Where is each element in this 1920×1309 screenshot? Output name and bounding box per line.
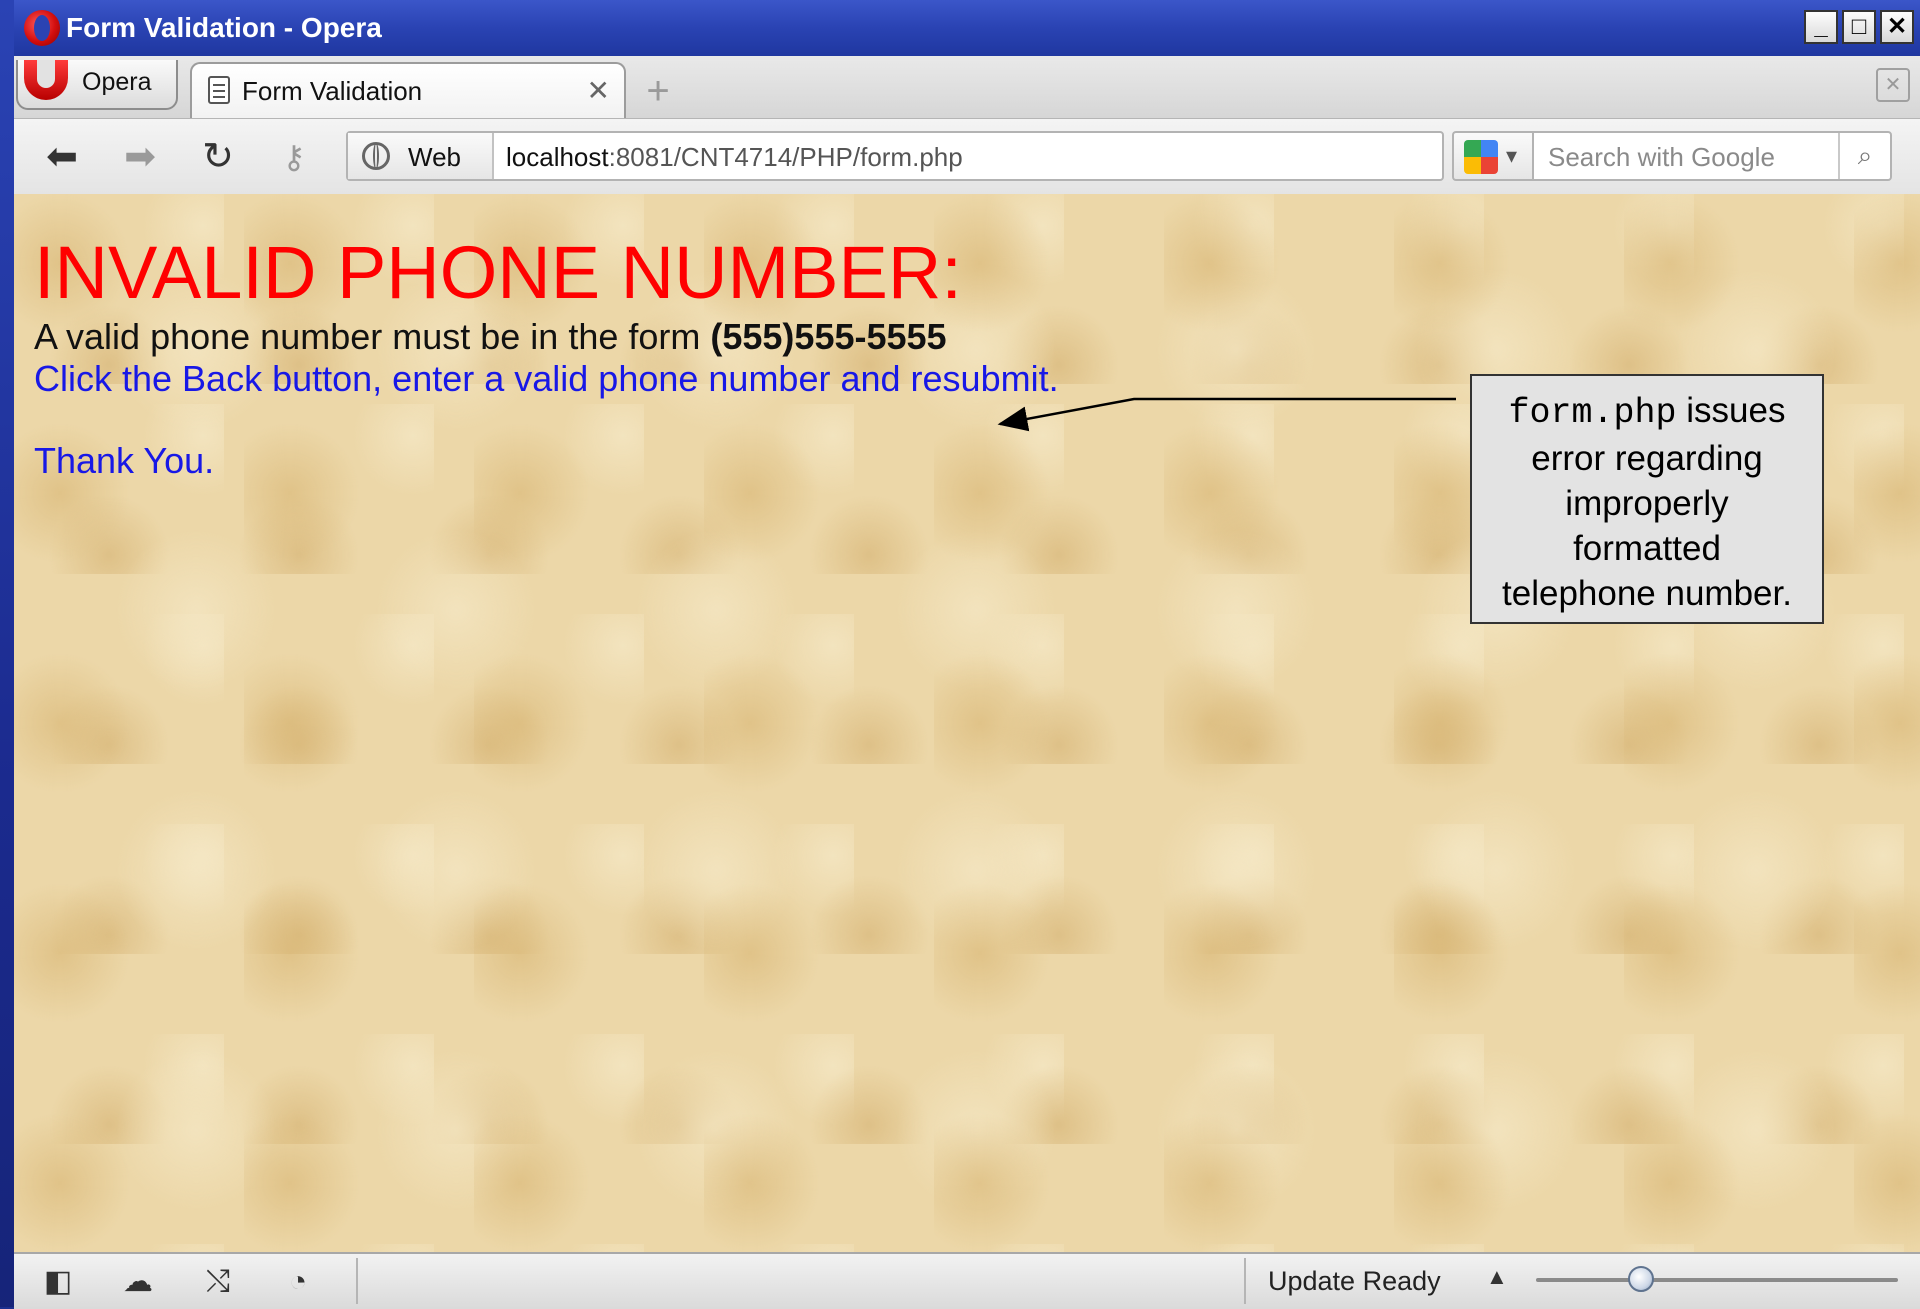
address-url[interactable]: localhost:8081/CNT4714/PHP/form.php — [506, 142, 963, 173]
browser-chrome: Opera Form Validation ✕ + ✕ ⬅ ➡ ↻ ⚷ Web … — [14, 56, 1920, 196]
callout-code: form.php — [1508, 393, 1677, 433]
opera-menu-label: Opera — [82, 68, 152, 96]
share-icon[interactable]: ⤭ — [200, 1264, 236, 1300]
opera-logo-icon — [24, 60, 68, 100]
tab-form-validation[interactable]: Form Validation ✕ — [190, 62, 626, 118]
zoom-slider-thumb[interactable] — [1627, 1266, 1654, 1292]
google-icon — [1464, 140, 1498, 174]
callout-text-1: issues — [1676, 391, 1786, 430]
caret-up-icon[interactable]: ▲ — [1486, 1264, 1508, 1290]
callout-text-3: improperly — [1565, 484, 1729, 523]
address-scope-button[interactable]: Web — [348, 133, 494, 179]
opera-logo-icon — [24, 10, 60, 46]
reload-icon[interactable]: ↻ — [196, 135, 240, 179]
update-ready-label[interactable]: Update Ready — [1268, 1266, 1441, 1297]
url-path: :8081/CNT4714/PHP/form.php — [608, 142, 963, 172]
zoom-slider-track[interactable] — [1536, 1278, 1898, 1282]
globe-icon — [362, 142, 390, 170]
cloud-icon[interactable]: ☁ — [120, 1264, 156, 1300]
callout-text-5: telephone number. — [1502, 574, 1792, 613]
chevron-down-icon: ▾ — [1506, 143, 1518, 168]
callout-arrow — [997, 397, 1456, 432]
title-bar: Form Validation - Opera _ □ ✕ — [14, 0, 1920, 56]
window-frame: Form Validation - Opera _ □ ✕ Opera Form… — [0, 0, 1920, 1309]
tab-label: Form Validation — [242, 76, 423, 106]
tab-close-icon[interactable]: ✕ — [587, 74, 610, 107]
opera-menu-button[interactable]: Opera — [16, 60, 178, 110]
address-bar[interactable]: Web localhost:8081/CNT4714/PHP/form.php — [346, 131, 1444, 181]
maximize-button[interactable]: □ — [1842, 10, 1876, 44]
callout-text-2: error regarding — [1531, 439, 1763, 478]
magnifier-icon[interactable]: ⌕ — [1838, 133, 1890, 179]
minimize-button[interactable]: _ — [1804, 10, 1838, 44]
address-scope-label: Web — [408, 142, 461, 172]
status-divider — [356, 1258, 358, 1304]
url-host: localhost — [506, 142, 609, 172]
search-input[interactable]: Search with Google ⌕ — [1532, 131, 1892, 181]
callout-text-4: formatted — [1573, 529, 1721, 568]
window-title: Form Validation - Opera — [66, 12, 382, 43]
close-button[interactable]: ✕ — [1880, 10, 1914, 44]
status-divider — [1244, 1258, 1246, 1304]
closed-tabs-icon[interactable]: ✕ — [1876, 68, 1910, 102]
new-tab-button[interactable]: + — [640, 71, 676, 111]
search-engine-selector[interactable]: ▾ — [1452, 131, 1532, 181]
window-controls: _ □ ✕ — [1804, 10, 1914, 44]
page-icon — [208, 76, 230, 104]
annotation-callout: form.php issues error regarding improper… — [1470, 374, 1824, 624]
page-content: INVALID PHONE NUMBER: A valid phone numb… — [14, 194, 1920, 1252]
key-icon[interactable]: ⚷ — [272, 135, 316, 179]
search-placeholder: Search with Google — [1548, 142, 1775, 172]
navigation-toolbar: ⬅ ➡ ↻ ⚷ Web localhost:8081/CNT4714/PHP/f… — [14, 118, 1920, 195]
panel-toggle-icon[interactable]: ◧ — [40, 1264, 76, 1300]
forward-arrow-icon[interactable]: ➡ — [118, 135, 162, 179]
speedometer-icon[interactable]: ◔ — [280, 1264, 316, 1300]
back-arrow-icon[interactable]: ⬅ — [40, 135, 84, 179]
